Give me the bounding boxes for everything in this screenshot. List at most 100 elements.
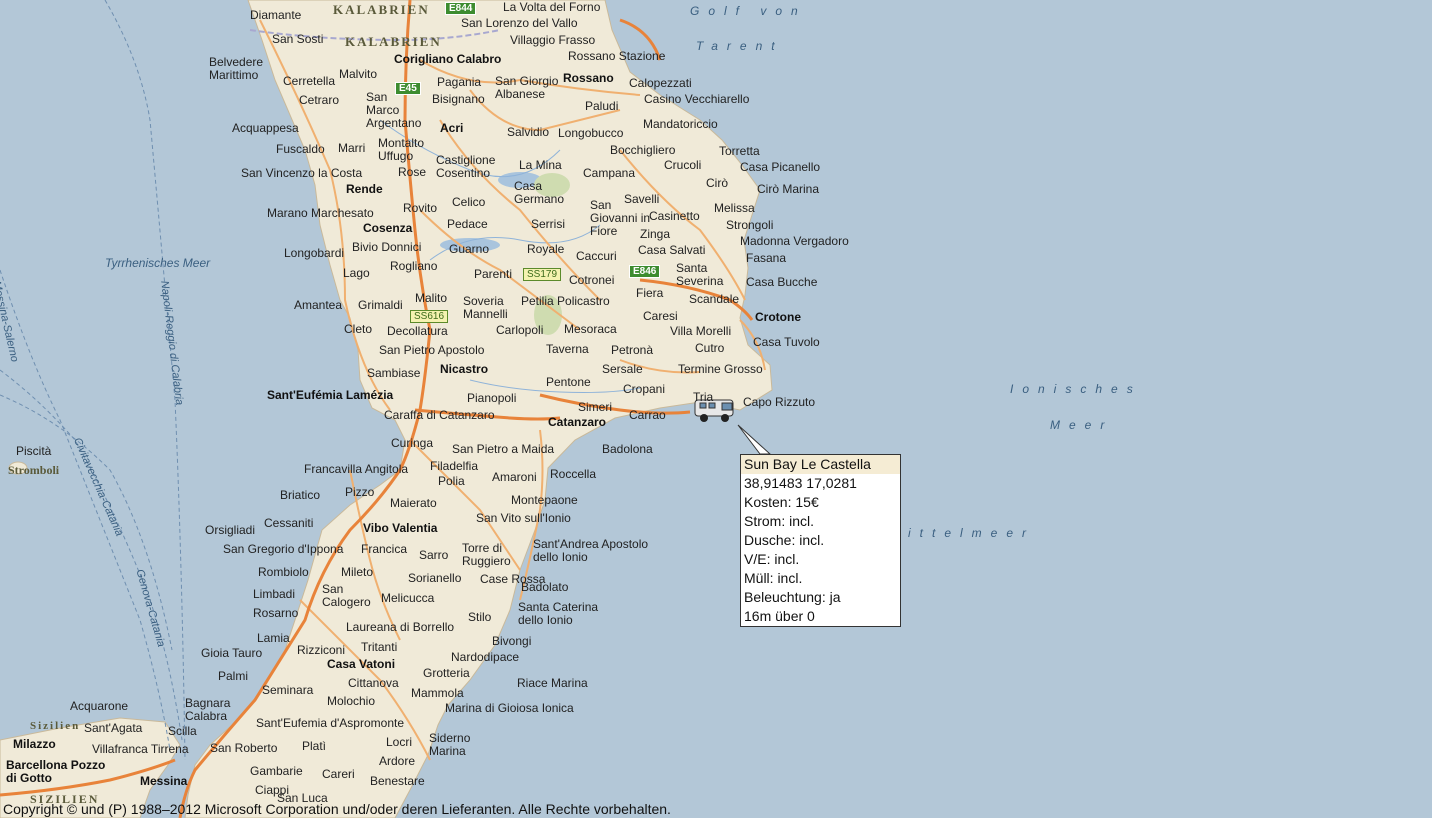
place-label: Crucoli bbox=[664, 158, 702, 172]
place-label: Cittanova bbox=[348, 676, 399, 690]
place-label: Cirò bbox=[706, 176, 729, 190]
place-label: Molochio bbox=[327, 694, 376, 708]
place-label: Polia bbox=[438, 474, 465, 488]
place-label: Rogliano bbox=[390, 259, 438, 273]
place-label: Savelli bbox=[624, 192, 660, 206]
place-label: Sarro bbox=[419, 548, 449, 562]
place-label: Filadelfia bbox=[430, 459, 479, 473]
place-label: San Pietro Apostolo bbox=[379, 343, 485, 357]
place-label: Marina di Gioiosa Ionica bbox=[445, 701, 574, 715]
place-label-major: Milazzo bbox=[13, 737, 56, 751]
place-label: Soveria Mannelli bbox=[463, 294, 508, 321]
place-label: Montepaone bbox=[511, 493, 578, 507]
copyright-notice: Copyright © und (P) 1988–2012 Microsoft … bbox=[3, 801, 671, 817]
place-label: Riace Marina bbox=[517, 676, 588, 690]
place-label: Tritanti bbox=[361, 640, 398, 654]
place-label: San Roberto bbox=[210, 741, 278, 755]
place-label: Santa Caterina dello Ionio bbox=[518, 600, 599, 627]
place-label: Gioia Tauro bbox=[201, 646, 263, 660]
place-label: Bivongi bbox=[492, 634, 532, 648]
place-label: Serrisi bbox=[531, 217, 566, 231]
place-label: Cirò Marina bbox=[757, 182, 820, 196]
popup-line: Strom: incl. bbox=[744, 513, 815, 529]
place-label: Carrao bbox=[629, 408, 666, 422]
place-label: Siderno Marina bbox=[429, 731, 471, 758]
place-label: Nardodipace bbox=[451, 650, 520, 664]
place-label: Marano Marchesato bbox=[267, 206, 374, 220]
place-label: Cerretella bbox=[283, 74, 336, 88]
place-label: Scandale bbox=[689, 292, 740, 306]
sea-label: Ionisches bbox=[1010, 382, 1142, 396]
place-label: Capo Rizzuto bbox=[743, 395, 816, 409]
place-label: San Giorgio Albanese bbox=[495, 74, 559, 101]
place-label: Royale bbox=[527, 242, 565, 256]
place-label: Cropani bbox=[623, 382, 666, 396]
place-label: San Calogero bbox=[322, 582, 371, 609]
place-label: Pedace bbox=[447, 217, 488, 231]
popup-title: Sun Bay Le Castella bbox=[741, 455, 900, 474]
place-label: Petilia Policastro bbox=[521, 294, 610, 308]
place-label: Salvidio bbox=[507, 125, 550, 139]
place-label-major: Messina bbox=[140, 774, 188, 788]
place-label: Caraffa di Catanzaro bbox=[384, 408, 495, 422]
sea-label: Golf von bbox=[690, 4, 807, 18]
place-label-major: Casa Vatoni bbox=[327, 657, 396, 671]
place-label: Ardore bbox=[379, 754, 416, 768]
place-label: Simeri bbox=[578, 400, 613, 414]
place-label-major: Vibo Valentia bbox=[363, 521, 438, 535]
popup-line: V/E: incl. bbox=[744, 551, 800, 567]
place-label: Mammola bbox=[411, 686, 464, 700]
place-label: Briatico bbox=[280, 488, 321, 502]
place-label: Caresi bbox=[643, 309, 678, 323]
road-shield: SS616 bbox=[410, 310, 449, 323]
place-label: Malito bbox=[415, 291, 448, 305]
place-label: Villa Morelli bbox=[670, 324, 732, 338]
place-label: San Sosti bbox=[272, 32, 324, 46]
place-label: Cetraro bbox=[299, 93, 340, 107]
popup-line: Beleuchtung: ja bbox=[744, 589, 841, 605]
place-label-major: Corigliano Calabro bbox=[394, 52, 502, 66]
place-label: Campana bbox=[583, 166, 636, 180]
place-label-major: Rossano bbox=[563, 71, 614, 85]
place-label: Francavilla Angitola bbox=[304, 462, 409, 476]
place-label: Pizzo bbox=[345, 485, 375, 499]
place-label-major: Nicastro bbox=[440, 362, 489, 376]
place-label: Torre di Ruggiero bbox=[462, 541, 511, 568]
place-label: Francica bbox=[361, 542, 408, 556]
place-label: Pagania bbox=[437, 75, 482, 89]
popup-line: Müll: incl. bbox=[744, 570, 803, 586]
place-label: Taverna bbox=[546, 342, 589, 356]
popup-coords: 38,91483 17,0281 bbox=[744, 475, 857, 491]
place-label: Strongoli bbox=[726, 218, 774, 232]
location-popup[interactable]: Sun Bay Le Castella 38,91483 17,0281 Kos… bbox=[740, 454, 901, 627]
place-label: Petronà bbox=[611, 343, 654, 357]
place-label: Stilo bbox=[468, 610, 492, 624]
island-label: Stromboli bbox=[8, 463, 60, 477]
place-label: Casinetto bbox=[649, 209, 700, 223]
place-label: Bivio Donnici bbox=[352, 240, 422, 254]
place-label: Badolona bbox=[602, 442, 653, 456]
place-label: Cessaniti bbox=[264, 516, 314, 530]
place-label: Benestare bbox=[370, 774, 425, 788]
sea-label: Meer bbox=[1050, 418, 1114, 432]
place-label: La Volta del Forno bbox=[503, 0, 601, 14]
place-label: Caccuri bbox=[576, 249, 617, 263]
place-label: Rossano Stazione bbox=[568, 49, 666, 63]
place-label: Careri bbox=[322, 767, 355, 781]
place-label: Laureana di Borrello bbox=[346, 620, 455, 634]
place-label: Pianopoli bbox=[467, 391, 517, 405]
place-label: Sant'Agata bbox=[84, 721, 143, 735]
place-label: Piscità bbox=[16, 444, 52, 458]
place-label: Limbadi bbox=[253, 587, 296, 601]
place-label: Sersale bbox=[602, 362, 643, 376]
place-label: Rosarno bbox=[253, 606, 299, 620]
place-label: Rizziconi bbox=[297, 643, 346, 657]
place-label-major: Acri bbox=[440, 121, 464, 135]
place-label: Acquappesa bbox=[232, 121, 299, 135]
place-label: Zinga bbox=[640, 227, 671, 241]
place-label: Termine Grosso bbox=[678, 362, 763, 376]
place-label: Malvito bbox=[339, 67, 378, 81]
place-label-major: Barcellona Pozzo di Gotto bbox=[6, 758, 106, 785]
place-label: San Gregorio d'Ippona bbox=[223, 542, 344, 556]
region-label: KALABRIEN bbox=[345, 34, 442, 49]
